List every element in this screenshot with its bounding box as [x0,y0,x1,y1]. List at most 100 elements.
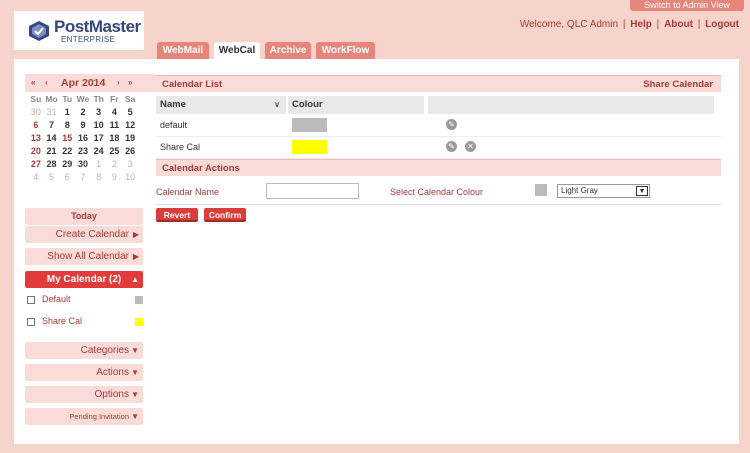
today-button[interactable]: Today [25,208,143,225]
help-link[interactable]: Help [630,19,652,30]
calendar-checkbox[interactable] [27,318,35,326]
logo: PostMaster ENTERPRISE [14,11,144,50]
chevron-up-icon: ▲ [131,275,139,284]
revert-button[interactable]: Revert [156,208,198,222]
calendar-day[interactable]: 3 [122,157,138,170]
chevron-down-icon: ▼ [131,390,139,399]
prev-month-button[interactable]: ‹ [45,78,48,87]
chevron-down-icon[interactable]: ▼ [636,186,648,196]
calendar-item-share-cal[interactable]: Share Cal [27,316,143,328]
chevron-down-icon: ▼ [131,368,139,377]
calendar-day[interactable]: 17 [91,131,107,144]
calendar-day[interactable]: 29 [59,157,75,170]
calendar-day-today[interactable]: 15 [59,131,75,144]
calendar-day[interactable]: 20 [28,144,44,157]
calendar-day[interactable]: 18 [107,131,123,144]
next-year-button[interactable]: » [128,78,132,87]
options-button[interactable]: Options ▼ [25,386,143,403]
calendar-day[interactable]: 14 [44,131,60,144]
separator: | [697,19,701,30]
switch-admin-view-button[interactable]: Switch to Admin View [630,0,744,11]
calendar-day[interactable]: 7 [75,170,91,183]
calendar-day[interactable]: 24 [91,144,107,157]
calendar-day[interactable]: 10 [91,118,107,131]
weekday-label: Su [30,93,42,104]
calendar-day[interactable]: 19 [122,131,138,144]
show-all-calendar-button[interactable]: Show All Calendar ▶ [25,248,143,265]
my-calendar-button[interactable]: My Calendar (2) ▲ [25,271,143,288]
calendar-name-cell: default [160,120,188,130]
calendar-day[interactable]: 28 [44,157,60,170]
prev-year-button[interactable]: « [31,78,35,87]
calendar-day[interactable]: 7 [44,118,60,131]
tab-archive[interactable]: Archive [265,42,311,59]
categories-label: Categories [80,345,129,356]
calendar-day[interactable]: 9 [75,118,91,131]
about-link[interactable]: About [664,19,693,30]
actions-button[interactable]: Actions ▼ [25,364,143,381]
calendar-day[interactable]: 9 [107,170,123,183]
calendar-day[interactable]: 2 [107,157,123,170]
calendar-day[interactable]: 30 [75,157,91,170]
weekday-label: Mo [45,93,58,104]
calendar-day[interactable]: 1 [59,105,75,118]
calendar-day[interactable]: 30 [28,105,44,118]
table-row[interactable]: Share Cal ✎ ✕ [156,137,721,159]
calendar-day[interactable]: 4 [107,105,123,118]
calendar-day[interactable]: 6 [28,118,44,131]
calendar-day[interactable]: 8 [91,170,107,183]
share-calendar-link[interactable]: Share Calendar [643,76,713,93]
categories-button[interactable]: Categories ▼ [25,342,143,359]
calendar-day[interactable]: 5 [44,170,60,183]
calendar-day[interactable]: 1 [91,157,107,170]
calendar-day[interactable]: 27 [28,157,44,170]
tab-webmail[interactable]: WebMail [157,42,209,59]
calendar-day[interactable]: 31 [44,105,60,118]
calendar-color-swatch [135,318,143,326]
create-calendar-button[interactable]: Create Calendar ▶ [25,226,143,243]
calendar-color-swatch [135,296,143,304]
weekday-label: Th [93,93,104,104]
calendar-colour-cell [292,118,327,132]
show-all-calendar-label: Show All Calendar [47,251,129,262]
calendar-item-label: Default [42,294,71,304]
tab-webcal[interactable]: WebCal [214,42,260,60]
month-label: Apr 2014 [61,77,106,89]
calendar-day[interactable]: 23 [75,144,91,157]
calendar-checkbox[interactable] [27,296,35,304]
calendar-day[interactable]: 21 [44,144,60,157]
calendar-day[interactable]: 16 [75,131,91,144]
mini-calendar-header: « ‹ Apr 2014 › » [25,74,156,92]
calendar-day[interactable]: 2 [75,105,91,118]
calendar-day[interactable]: 12 [122,118,138,131]
calendar-day[interactable]: 26 [122,144,138,157]
calendar-day[interactable]: 13 [28,131,44,144]
calendar-day[interactable]: 5 [122,105,138,118]
calendar-name-input[interactable] [266,183,359,199]
colour-select[interactable]: Light Gray ▼ [557,184,650,198]
column-header-name[interactable]: Name ∨ [156,96,286,114]
calendar-day[interactable]: 8 [59,118,75,131]
my-calendar-label: My Calendar [46,274,107,285]
chevron-right-icon: ▶ [132,252,139,261]
delete-icon[interactable]: ✕ [465,141,476,152]
calendar-day[interactable]: 25 [107,144,123,157]
table-row[interactable]: default ✎ [156,115,721,137]
calendar-day[interactable]: 4 [28,170,44,183]
column-header-label: Name [160,99,186,110]
pending-invitation-button[interactable]: Pending Invitation ▼ [25,408,143,425]
calendar-day[interactable]: 11 [107,118,123,131]
tab-workflow[interactable]: WorkFlow [316,42,375,59]
calendar-day[interactable]: 6 [59,170,75,183]
calendar-day[interactable]: 3 [91,105,107,118]
logout-link[interactable]: Logout [705,19,739,30]
sort-chevron-icon: ∨ [274,100,280,109]
calendar-day[interactable]: 22 [59,144,75,157]
calendar-item-default[interactable]: Default [27,294,143,306]
chevron-right-icon: ▶ [132,230,139,239]
edit-icon[interactable]: ✎ [446,119,457,130]
calendar-day[interactable]: 10 [122,170,138,183]
next-month-button[interactable]: › [117,78,120,87]
edit-icon[interactable]: ✎ [446,141,457,152]
confirm-button[interactable]: Confirm [204,208,246,222]
